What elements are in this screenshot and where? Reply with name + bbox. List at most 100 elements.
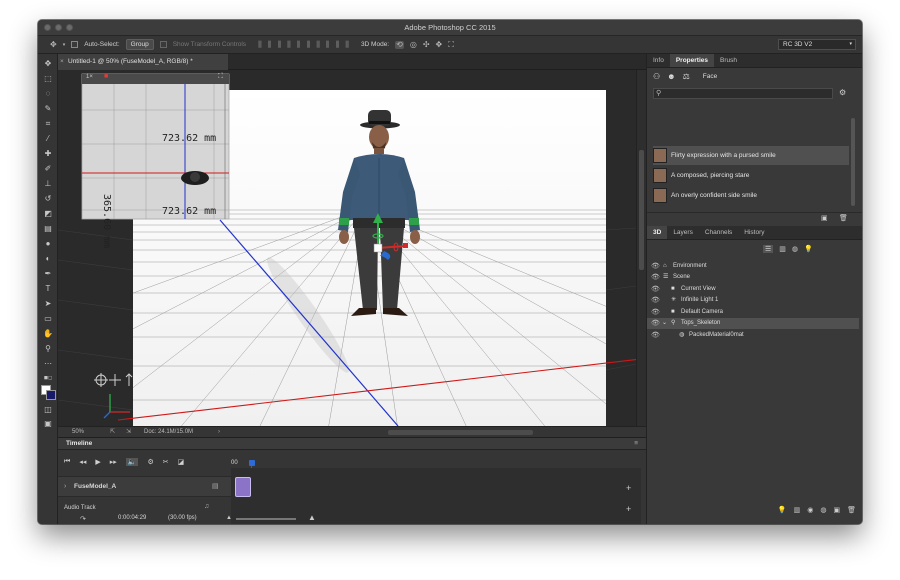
blur-tool-icon[interactable]: ● [42, 238, 54, 250]
shape-tool-icon[interactable]: ▭ [42, 313, 54, 325]
distribute-2-icon[interactable]: ⫼ [326, 40, 330, 49]
quick-mask-icon[interactable]: ◫ [42, 404, 54, 416]
auto-select-dropdown[interactable]: Group [125, 39, 154, 50]
new-layer-icon[interactable]: ▣ [833, 506, 840, 514]
align-left-icon[interactable]: ⫼ [287, 40, 291, 49]
minimize-window-button[interactable] [55, 24, 62, 31]
roll-3d-icon[interactable]: ◎ [410, 40, 417, 49]
screen-mode-icon[interactable]: ▣ [42, 418, 54, 430]
new-mesh-icon[interactable]: ▥ [794, 506, 801, 514]
audio-icon[interactable]: 🔈 [125, 458, 139, 466]
slide-3d-icon[interactable]: ✥ [436, 40, 443, 49]
tab-history[interactable]: History [738, 226, 770, 239]
hand-tool-icon[interactable]: ✋ [42, 328, 54, 340]
align-top-icon[interactable]: ⫼ [258, 40, 262, 49]
gear-icon[interactable]: ⚙ [839, 88, 846, 97]
eye-icon[interactable]: 👁 [651, 318, 660, 329]
default-colors-icon[interactable]: ◼◻ [42, 372, 54, 384]
track-row[interactable]: › FuseModel_A ▤ [58, 476, 231, 497]
eye-icon[interactable]: 👁 [651, 295, 660, 306]
zoom-in-icon[interactable]: ▲ [308, 513, 316, 522]
pen-tool-icon[interactable]: ✒ [42, 268, 54, 280]
quick-select-tool-icon[interactable]: ✎ [42, 103, 54, 115]
expression-search[interactable]: ⚲ [653, 88, 833, 99]
document-tab[interactable]: Untitled-1 @ 50% (FuseModel_A, RGB/8) * … [58, 54, 228, 70]
zoom-slider[interactable] [236, 518, 296, 520]
drag-3d-icon[interactable]: ✣ [423, 40, 430, 49]
show-transform-checkbox[interactable] [159, 41, 167, 48]
type-tool-icon[interactable]: T [42, 283, 54, 295]
chevron-down-icon[interactable]: ⌄ [662, 318, 667, 329]
zoom-level[interactable]: 50% [72, 427, 84, 437]
expand-view-icon[interactable]: ⛶ [218, 73, 223, 81]
eye-icon[interactable]: 👁 [651, 261, 660, 272]
align-right-icon[interactable]: ⫼ [307, 40, 311, 49]
filter-material-icon[interactable]: ◍ [792, 245, 798, 253]
scene-item-scene[interactable]: 👁 ☰ Scene [647, 272, 859, 283]
add-audio-icon[interactable]: + [626, 504, 631, 514]
filter-light-icon[interactable]: 💡 [804, 245, 813, 253]
filter-scene-icon[interactable]: ☰ [763, 245, 774, 253]
path-select-tool-icon[interactable]: ➤ [42, 298, 54, 310]
settings-icon[interactable]: ⚙ [147, 458, 153, 466]
align-bottom-icon[interactable]: ⫼ [277, 40, 281, 49]
share-icon[interactable]: ⇱ [110, 427, 115, 437]
panel-menu-icon[interactable]: ≡ [634, 438, 638, 450]
eraser-tool-icon[interactable]: ◩ [42, 208, 54, 220]
canvas-area[interactable]: ✳ [58, 70, 636, 426]
tab-info[interactable]: Info [647, 54, 670, 67]
healing-tool-icon[interactable]: ✚ [42, 148, 54, 160]
extras-tool-icon[interactable]: ⋯ [42, 358, 54, 370]
eye-icon[interactable]: 👁 [651, 307, 660, 318]
properties-scrollbar[interactable] [851, 118, 855, 206]
history-brush-icon[interactable]: ↺ [42, 193, 54, 205]
lasso-tool-icon[interactable]: ◌ [42, 88, 54, 100]
delete-preset-icon[interactable]: 🗑 [839, 214, 848, 222]
scroll-thumb[interactable] [639, 150, 644, 270]
tab-brush[interactable]: Brush [714, 54, 743, 67]
horizontal-scrollbar[interactable] [388, 430, 533, 435]
tab-channels[interactable]: Channels [699, 226, 738, 239]
scene-item-infinite-light[interactable]: 👁 ✳ Infinite Light 1 [647, 295, 859, 306]
transition-icon[interactable]: ◪ [178, 458, 185, 466]
align-center-icon[interactable]: ⫼ [297, 40, 301, 49]
marquee-tool-icon[interactable]: ⬚ [42, 73, 54, 85]
pose-icon[interactable]: ⚇ [653, 72, 660, 81]
tab-layers[interactable]: Layers [667, 226, 699, 239]
auto-select-checkbox[interactable] [71, 41, 79, 48]
video-clip[interactable] [235, 477, 251, 497]
expression-item[interactable]: A composed, piercing stare [653, 166, 843, 185]
prev-frame-icon[interactable]: ◂◂ [79, 458, 86, 466]
align-middle-icon[interactable]: ⫼ [268, 40, 272, 49]
trash-icon[interactable]: 🗑 [847, 506, 856, 514]
zoom-out-icon[interactable]: ▲ [226, 515, 232, 521]
move-tool-icon[interactable]: ✥ [42, 58, 54, 70]
scene-item-skeleton[interactable]: 👁 ⌄ ⚲ Tops_Skeleton [647, 318, 859, 329]
move-tool-icon[interactable]: ✥ [50, 40, 57, 49]
next-frame-icon[interactable]: ▸▸ [110, 458, 117, 466]
play-icon[interactable]: ▶ [95, 458, 100, 466]
save-preset-icon[interactable]: ▣ [821, 214, 828, 222]
new-light-icon[interactable]: 💡 [778, 506, 787, 514]
close-icon[interactable]: × [60, 54, 64, 70]
distribute-3-icon[interactable]: ⫼ [336, 40, 340, 49]
workspace-switcher[interactable]: RC 3D V2 ▾ [778, 39, 856, 50]
tab-properties[interactable]: Properties [669, 54, 714, 67]
playhead[interactable] [249, 460, 255, 466]
scene-item-default-camera[interactable]: 👁 ■ Default Camera [647, 307, 859, 318]
dodge-tool-icon[interactable]: ◐ [42, 253, 54, 265]
audio-note-icon[interactable]: ♫ [204, 503, 209, 510]
expression-item[interactable]: Flirty expression with a pursed smile [653, 146, 849, 165]
add-track-icon[interactable]: + [626, 483, 631, 493]
scene-item-material[interactable]: 👁 ◍ PackedMaterial0mat [647, 330, 859, 341]
gradient-tool-icon[interactable]: ▤ [42, 223, 54, 235]
scene-item-environment[interactable]: 👁 ⌂ Environment [647, 261, 859, 272]
orbit-3d-icon[interactable]: ⟲ [395, 40, 404, 49]
filter-mesh-icon[interactable]: ▥ [779, 245, 786, 253]
film-icon[interactable]: ▤ [212, 482, 219, 490]
eye-icon[interactable]: 👁 [651, 284, 660, 295]
status-menu-icon[interactable]: › [218, 427, 220, 437]
eyedropper-tool-icon[interactable]: ⁄ [42, 133, 54, 145]
zoom-window-button[interactable] [66, 24, 73, 31]
zoom-tool-icon[interactable]: ⚲ [42, 343, 54, 355]
